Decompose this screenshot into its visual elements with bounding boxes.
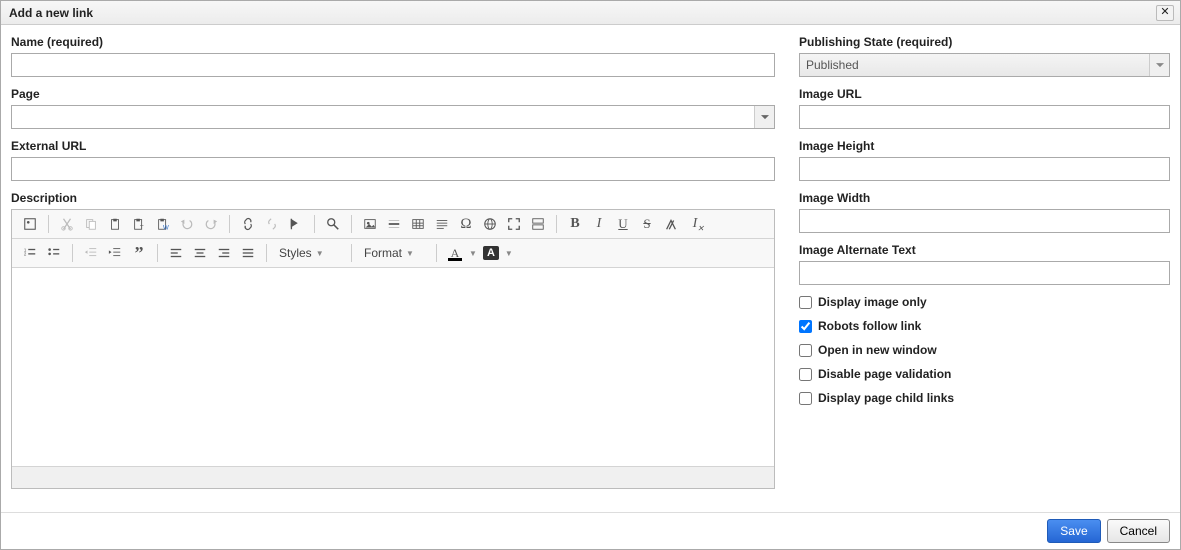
disable-validation-checkbox[interactable] bbox=[799, 368, 812, 381]
underline-button[interactable]: U bbox=[613, 214, 633, 234]
unlink-icon[interactable] bbox=[262, 214, 282, 234]
editor-content-area[interactable] bbox=[12, 268, 774, 466]
paste-text-icon[interactable]: T bbox=[129, 214, 149, 234]
format-dropdown[interactable]: Format ▼ bbox=[360, 243, 428, 263]
pubstate-select[interactable] bbox=[799, 53, 1170, 77]
display-image-only-checkbox[interactable] bbox=[799, 296, 812, 309]
special-char-icon[interactable]: Ω bbox=[456, 214, 476, 234]
remove-format-icon[interactable] bbox=[661, 214, 681, 234]
external-url-label: External URL bbox=[11, 139, 775, 153]
chevron-down-icon[interactable]: ▼ bbox=[469, 249, 477, 258]
robots-follow-checkbox[interactable] bbox=[799, 320, 812, 333]
close-button[interactable]: ✕ bbox=[1156, 5, 1174, 21]
imageheight-input[interactable] bbox=[799, 157, 1170, 181]
titlebar: Add a new link ✕ bbox=[1, 1, 1180, 25]
disable-validation-label: Disable page validation bbox=[818, 367, 951, 381]
display-child-links-checkbox[interactable] bbox=[799, 392, 812, 405]
dialog-body: Name (required) Page External URL Descri… bbox=[1, 25, 1180, 512]
imagealt-input[interactable] bbox=[799, 261, 1170, 285]
align-right-icon[interactable] bbox=[214, 243, 234, 263]
cancel-button[interactable]: Cancel bbox=[1107, 519, 1170, 543]
maximize-icon[interactable] bbox=[504, 214, 524, 234]
table-icon[interactable] bbox=[408, 214, 428, 234]
editor-toolbar-row-2: 12 ” Styles ▼ bbox=[12, 239, 774, 268]
imageurl-label: Image URL bbox=[799, 87, 1170, 101]
align-left-icon[interactable] bbox=[166, 243, 186, 263]
name-input[interactable] bbox=[11, 53, 775, 77]
cut-icon[interactable] bbox=[57, 214, 77, 234]
right-column: Publishing State (required) Image URL Im… bbox=[799, 35, 1170, 508]
imagealt-label: Image Alternate Text bbox=[799, 243, 1170, 257]
display-child-links-label: Display page child links bbox=[818, 391, 954, 405]
blockquote-icon[interactable]: ” bbox=[129, 243, 149, 263]
close-icon: ✕ bbox=[1160, 7, 1169, 18]
chevron-down-icon[interactable]: ▼ bbox=[505, 249, 513, 258]
iframe-icon[interactable] bbox=[480, 214, 500, 234]
undo-icon[interactable] bbox=[177, 214, 197, 234]
div-icon[interactable] bbox=[432, 214, 452, 234]
italic-button[interactable]: I bbox=[589, 214, 609, 234]
chevron-down-icon: ▼ bbox=[316, 249, 324, 258]
external-url-input[interactable] bbox=[11, 157, 775, 181]
editor-footer bbox=[12, 466, 774, 488]
svg-text:W: W bbox=[163, 224, 169, 231]
save-button[interactable]: Save bbox=[1047, 519, 1100, 543]
pubstate-label: Publishing State (required) bbox=[799, 35, 1170, 49]
display-image-only-label: Display image only bbox=[818, 295, 927, 309]
rich-text-editor: T W Ω bbox=[11, 209, 775, 489]
bulleted-list-icon[interactable] bbox=[44, 243, 64, 263]
outdent-icon[interactable] bbox=[81, 243, 101, 263]
robots-follow-label: Robots follow link bbox=[818, 319, 921, 333]
bold-button[interactable]: B bbox=[565, 214, 585, 234]
svg-text:2: 2 bbox=[24, 252, 27, 257]
left-column: Name (required) Page External URL Descri… bbox=[11, 35, 775, 508]
svg-text:T: T bbox=[140, 224, 144, 231]
align-center-icon[interactable] bbox=[190, 243, 210, 263]
strike-button[interactable]: S bbox=[637, 214, 657, 234]
image-icon[interactable] bbox=[360, 214, 380, 234]
page-label: Page bbox=[11, 87, 775, 101]
link-icon[interactable] bbox=[238, 214, 258, 234]
add-link-dialog: Add a new link ✕ Name (required) Page bbox=[0, 0, 1181, 550]
show-blocks-icon[interactable] bbox=[528, 214, 548, 234]
copy-icon[interactable] bbox=[81, 214, 101, 234]
chevron-down-icon: ▼ bbox=[406, 249, 414, 258]
imagewidth-label: Image Width bbox=[799, 191, 1170, 205]
imageheight-label: Image Height bbox=[799, 139, 1170, 153]
page-select-value[interactable] bbox=[12, 106, 754, 128]
paste-icon[interactable] bbox=[105, 214, 125, 234]
justify-icon[interactable] bbox=[238, 243, 258, 263]
numbered-list-icon[interactable]: 12 bbox=[20, 243, 40, 263]
description-label: Description bbox=[11, 191, 775, 205]
find-icon[interactable] bbox=[323, 214, 343, 234]
page-select[interactable] bbox=[11, 105, 775, 129]
pubstate-value bbox=[800, 54, 1149, 76]
styles-dropdown[interactable]: Styles ▼ bbox=[275, 243, 343, 263]
dialog-title: Add a new link bbox=[9, 6, 93, 20]
paste-word-icon[interactable]: W bbox=[153, 214, 173, 234]
chevron-down-icon[interactable] bbox=[754, 106, 774, 128]
chevron-down-icon[interactable] bbox=[1149, 54, 1169, 76]
hr-icon[interactable] bbox=[384, 214, 404, 234]
imageurl-input[interactable] bbox=[799, 105, 1170, 129]
open-new-window-label: Open in new window bbox=[818, 343, 937, 357]
editor-toolbar-row-1: T W Ω bbox=[12, 210, 774, 239]
clear-format-icon[interactable]: I✕ bbox=[685, 214, 705, 234]
source-icon[interactable] bbox=[20, 214, 40, 234]
indent-icon[interactable] bbox=[105, 243, 125, 263]
imagewidth-input[interactable] bbox=[799, 209, 1170, 233]
name-label: Name (required) bbox=[11, 35, 775, 49]
bg-color-button[interactable]: A bbox=[481, 243, 501, 263]
styles-label: Styles bbox=[279, 246, 312, 260]
text-color-button[interactable]: A bbox=[445, 243, 465, 263]
dialog-footer: Save Cancel bbox=[1, 512, 1180, 549]
open-new-window-checkbox[interactable] bbox=[799, 344, 812, 357]
redo-icon[interactable] bbox=[201, 214, 221, 234]
anchor-icon[interactable] bbox=[286, 214, 306, 234]
format-label: Format bbox=[364, 246, 402, 260]
